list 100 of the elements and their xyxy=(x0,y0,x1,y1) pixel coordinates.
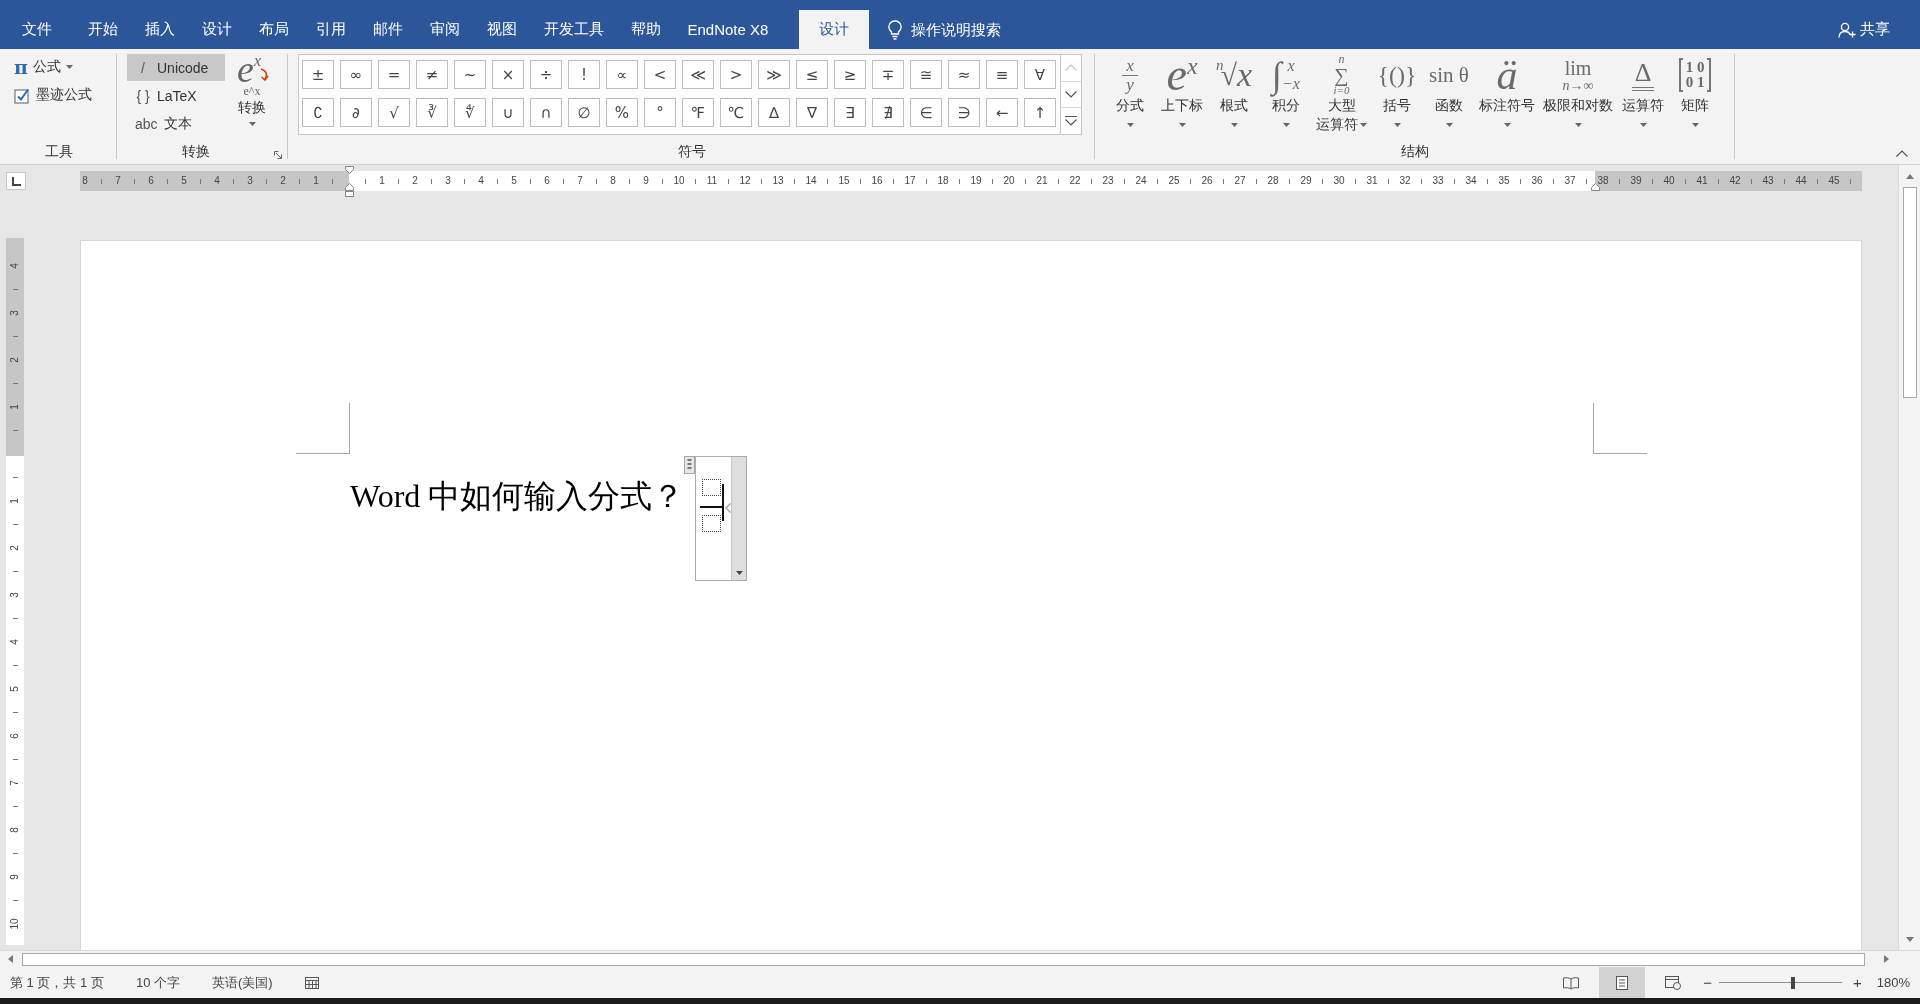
ruler-number: 5 xyxy=(9,686,21,692)
symbol-button[interactable]: ± xyxy=(302,60,334,89)
tell-me-field[interactable]: 操作说明搜索 xyxy=(910,21,1021,38)
symbol-button[interactable]: = xyxy=(378,60,410,89)
symbol-button[interactable]: ∞ xyxy=(340,60,372,89)
ribbon-tab[interactable]: 审阅 xyxy=(416,10,473,49)
ruler-number: 34 xyxy=(1465,175,1477,187)
ruler-number: 26 xyxy=(1201,175,1213,187)
denominator-placeholder[interactable] xyxy=(701,515,721,532)
structure-button[interactable]: {()} 括号 xyxy=(1373,54,1421,140)
convert-option[interactable]: { } LaTeX xyxy=(127,82,225,109)
symbol-button[interactable]: ∁ xyxy=(302,98,334,127)
ribbon-tab[interactable]: 插入 xyxy=(131,10,188,49)
brackets-icon: {()} xyxy=(1377,54,1417,96)
braces-icon: { } xyxy=(135,87,151,104)
convert-option[interactable]: / Unicode xyxy=(127,54,225,81)
symbol-button[interactable]: √ xyxy=(378,98,410,127)
ruler-number: 21 xyxy=(1036,175,1048,187)
symbol-button[interactable]: ℉ xyxy=(682,98,714,127)
symbol-button[interactable]: > xyxy=(720,60,752,89)
language-indicator[interactable]: 英语(美国) xyxy=(212,973,273,992)
page-indicator[interactable]: 第 1 页，共 1 页 xyxy=(10,973,104,992)
symbol-button[interactable]: ~ xyxy=(454,60,486,89)
symbol-button[interactable]: ↑ xyxy=(1024,98,1056,127)
symbol-button[interactable]: ∩ xyxy=(530,98,562,127)
structure-button[interactable]: sin θ 函数 xyxy=(1425,54,1473,140)
symbol-button[interactable]: ∛ xyxy=(416,98,448,127)
collapse-ribbon-button[interactable] xyxy=(1894,148,1910,159)
zoom-out-button[interactable]: − xyxy=(1700,974,1715,991)
zoom-in-button[interactable]: + xyxy=(1850,974,1865,991)
ribbon-tab[interactable]: 帮助 xyxy=(617,10,674,49)
scrollbar-thumb[interactable] xyxy=(22,952,1865,966)
symbol-button[interactable]: ∃ xyxy=(834,98,866,127)
right-indent-handle[interactable] xyxy=(1590,183,1600,191)
structure-button[interactable]: Δ 运算符 xyxy=(1619,54,1667,140)
symbol-button[interactable]: ≫ xyxy=(758,60,790,89)
symbol-button[interactable]: ∀ xyxy=(1024,60,1056,89)
ruler-number: 43 xyxy=(1762,175,1774,187)
symbol-button[interactable]: ≈ xyxy=(948,60,980,89)
symbol-button[interactable]: ∇ xyxy=(796,98,828,127)
symbol-button[interactable]: ∄ xyxy=(872,98,904,127)
ribbon-tab[interactable]: EndNote X8 xyxy=(674,10,782,49)
symbol-button[interactable]: ∝ xyxy=(606,60,638,89)
symbol-button[interactable]: ≪ xyxy=(682,60,714,89)
symbol-button[interactable]: ∈ xyxy=(910,98,942,127)
symbol-button[interactable]: ° xyxy=(644,98,676,127)
ruler-number: 8 xyxy=(82,175,88,187)
symbol-button[interactable]: × xyxy=(492,60,524,89)
symbol-button[interactable]: ∆ xyxy=(758,98,790,127)
ribbon-tab[interactable]: 布局 xyxy=(245,10,302,49)
structure-button[interactable]: x y 分式 xyxy=(1106,54,1154,140)
sine-icon: sin θ xyxy=(1429,54,1469,96)
symbol-button[interactable]: ∅ xyxy=(568,98,600,127)
structure-button[interactable]: 1 0 0 1 矩阵 xyxy=(1671,54,1719,140)
symbol-button[interactable]: ≡ xyxy=(986,60,1018,89)
symbol-button[interactable]: ! xyxy=(568,60,600,89)
ribbon-tab[interactable]: 视图 xyxy=(473,10,530,49)
symbol-button[interactable]: ∋ xyxy=(948,98,980,127)
symbol-button[interactable]: ℃ xyxy=(720,98,752,127)
symbol-button[interactable]: ∪ xyxy=(492,98,524,127)
structure-button[interactable]: lim n→∞ 极限和对数 xyxy=(1541,54,1615,140)
ribbon-tab[interactable]: 设计 xyxy=(798,10,869,49)
ruler-number: 7 xyxy=(9,780,21,786)
symbol-button[interactable]: ∜ xyxy=(454,98,486,127)
structure-button[interactable]: n ∑ i=0 大型 运算符 xyxy=(1314,54,1369,140)
tab-selector-button[interactable] xyxy=(6,172,26,190)
print-layout-button[interactable] xyxy=(1599,967,1646,998)
dialog-launcher-button[interactable] xyxy=(274,151,282,159)
zoom-slider-thumb[interactable] xyxy=(1790,976,1795,989)
symbol-button[interactable]: ÷ xyxy=(530,60,562,89)
symbol-button[interactable]: ≤ xyxy=(796,60,828,89)
symbol-button[interactable]: ≥ xyxy=(834,60,866,89)
ribbon-tab[interactable]: 文件 xyxy=(0,10,74,49)
symbol-button[interactable]: ← xyxy=(986,98,1018,127)
equation-handle[interactable] xyxy=(684,456,696,474)
ribbon-tab[interactable]: 开始 xyxy=(74,10,131,49)
share-button[interactable]: 共享 xyxy=(1836,10,1892,49)
grid-icon[interactable] xyxy=(304,976,319,989)
hanging-indent-handle[interactable] xyxy=(344,183,354,197)
ribbon-tab[interactable]: 引用 xyxy=(302,10,359,49)
structure-button[interactable]: ä 标注符号 xyxy=(1477,54,1537,140)
ruler-number: 3 xyxy=(9,310,21,316)
ribbon-tab[interactable]: 开发工具 xyxy=(530,10,617,49)
convert-option[interactable]: abc 文本 xyxy=(127,110,225,137)
caret-icon xyxy=(735,571,743,575)
scrollbar-thumb[interactable] xyxy=(1902,187,1917,398)
symbol-button[interactable]: % xyxy=(606,98,638,127)
word-count[interactable]: 10 个字 xyxy=(135,973,180,992)
symbol-button[interactable]: ≅ xyxy=(910,60,942,89)
ink-equation-button[interactable]: 墨迹公式 xyxy=(12,84,117,106)
symbol-button[interactable]: ≠ xyxy=(416,60,448,89)
symbol-button[interactable]: ∂ xyxy=(340,98,372,127)
ribbon-tab[interactable]: 邮件 xyxy=(359,10,416,49)
zoom-level-button[interactable]: 180% xyxy=(1876,975,1910,990)
equation-button[interactable]: π 公式 xyxy=(12,56,117,78)
equation-field[interactable] xyxy=(695,456,748,581)
ribbon-tab[interactable]: 设计 xyxy=(188,10,245,49)
symbol-button[interactable]: ∓ xyxy=(872,60,904,89)
numerator-placeholder[interactable] xyxy=(701,479,721,496)
symbol-button[interactable]: < xyxy=(644,60,676,89)
